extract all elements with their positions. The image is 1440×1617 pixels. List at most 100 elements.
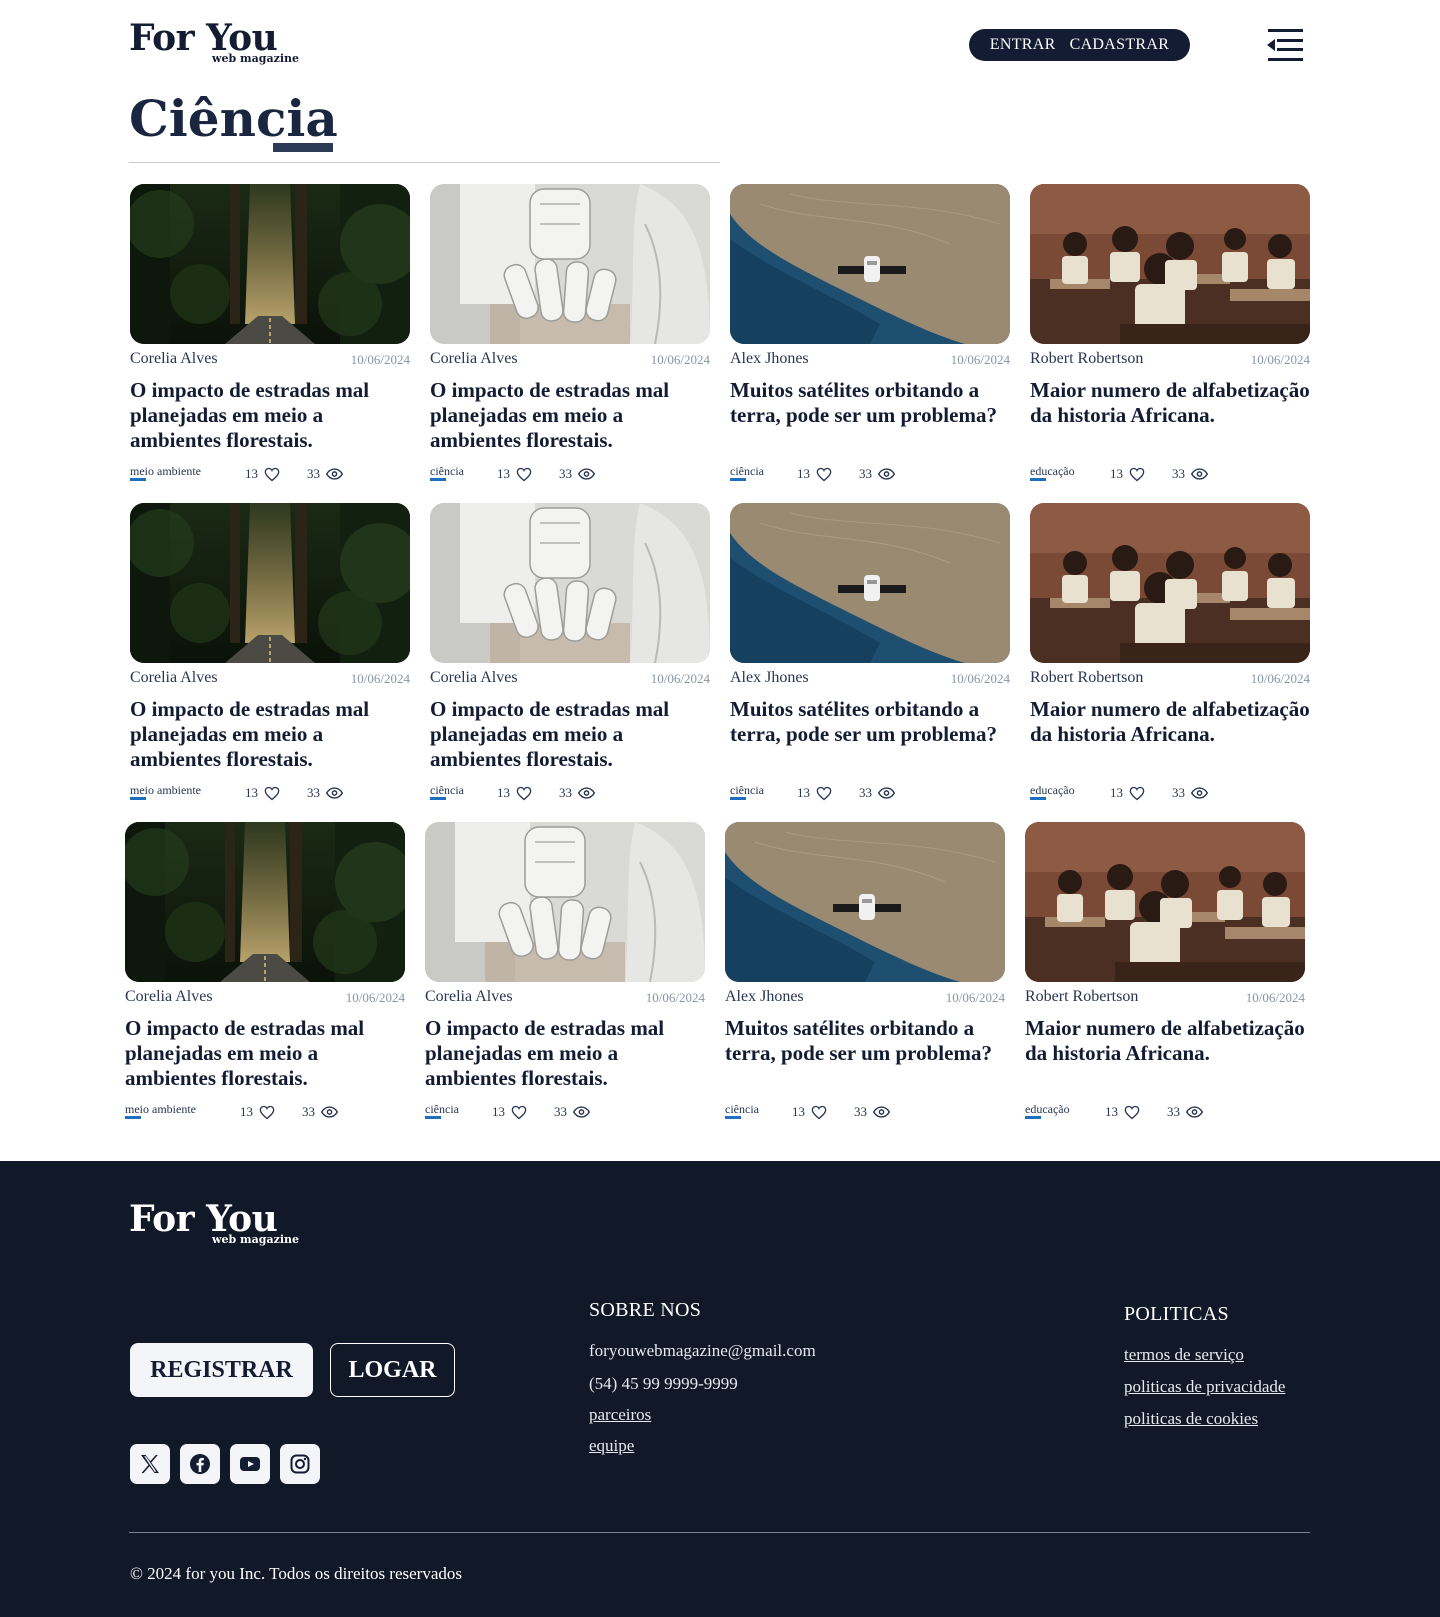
article-tag[interactable]: educação	[1030, 783, 1075, 800]
article-tag[interactable]: ciência	[730, 783, 764, 800]
article-tag[interactable]: ciência	[430, 464, 464, 481]
article-title[interactable]: Maior numero de alfabetização da histori…	[1030, 378, 1312, 428]
article-image[interactable]	[1030, 184, 1310, 344]
likes-counter[interactable]: 13	[245, 785, 280, 801]
article-image[interactable]	[1025, 822, 1305, 982]
article-card[interactable]: Corelia Alves 10/06/2024 O impacto de es…	[130, 184, 410, 489]
heart-icon[interactable]	[516, 467, 532, 482]
heart-icon[interactable]	[1129, 786, 1145, 801]
article-tag[interactable]: ciência	[730, 464, 764, 481]
article-image[interactable]	[425, 822, 705, 982]
article-title[interactable]: Muitos satélites orbitando a terra, pode…	[730, 378, 1012, 428]
article-author[interactable]: Corelia Alves	[130, 350, 218, 368]
article-title[interactable]: O impacto de estradas mal planejadas em …	[425, 1016, 707, 1091]
site-logo[interactable]: For You web magazine	[129, 18, 299, 68]
article-tag[interactable]: ciência	[725, 1102, 759, 1119]
menu-icon[interactable]	[1265, 27, 1305, 63]
likes-counter[interactable]: 13	[240, 1104, 275, 1120]
x-icon[interactable]	[130, 1444, 170, 1484]
article-author[interactable]: Corelia Alves	[125, 988, 213, 1006]
article-title[interactable]: O impacto de estradas mal planejadas em …	[430, 378, 712, 453]
heart-icon[interactable]	[816, 467, 832, 482]
article-title[interactable]: O impacto de estradas mal planejadas em …	[125, 1016, 407, 1091]
team-link[interactable]: equipe	[589, 1436, 634, 1456]
article-image[interactable]	[130, 184, 410, 344]
article-author[interactable]: Corelia Alves	[425, 988, 513, 1006]
article-tag[interactable]: meio ambiente	[130, 464, 201, 481]
article-card[interactable]: Corelia Alves 10/06/2024 O impacto de es…	[125, 822, 405, 1127]
likes-counter[interactable]: 13	[497, 466, 532, 482]
heart-icon[interactable]	[516, 786, 532, 801]
article-author[interactable]: Corelia Alves	[430, 350, 518, 368]
article-title[interactable]: Muitos satélites orbitando a terra, pode…	[730, 697, 1012, 747]
article-image[interactable]	[125, 822, 405, 982]
article-card[interactable]: Robert Robertson 10/06/2024 Maior numero…	[1030, 184, 1310, 489]
partners-link[interactable]: parceiros	[589, 1405, 651, 1425]
heart-icon[interactable]	[811, 1105, 827, 1120]
likes-counter[interactable]: 13	[1110, 785, 1145, 801]
signup-link[interactable]: CADASTRAR	[1070, 36, 1170, 54]
article-author[interactable]: Corelia Alves	[430, 669, 518, 687]
heart-icon[interactable]	[511, 1105, 527, 1120]
article-image[interactable]	[725, 822, 1005, 982]
youtube-icon[interactable]	[230, 1444, 270, 1484]
likes-counter[interactable]: 13	[792, 1104, 827, 1120]
facebook-icon[interactable]	[180, 1444, 220, 1484]
article-image[interactable]	[730, 503, 1010, 663]
footer-logo[interactable]: For You web magazine	[129, 1199, 299, 1249]
article-card[interactable]: Corelia Alves 10/06/2024 O impacto de es…	[430, 184, 710, 489]
article-title[interactable]: Muitos satélites orbitando a terra, pode…	[725, 1016, 1007, 1066]
article-author[interactable]: Alex Jhones	[730, 350, 809, 368]
article-author[interactable]: Alex Jhones	[730, 669, 809, 687]
heart-icon[interactable]	[1129, 467, 1145, 482]
article-author[interactable]: Robert Robertson	[1025, 988, 1138, 1006]
article-tag[interactable]: ciência	[430, 783, 464, 800]
likes-counter[interactable]: 13	[1110, 466, 1145, 482]
heart-icon[interactable]	[264, 467, 280, 482]
article-card[interactable]: Alex Jhones 10/06/2024 Muitos satélites …	[730, 184, 1010, 489]
article-card[interactable]: Alex Jhones 10/06/2024 Muitos satélites …	[725, 822, 1005, 1127]
likes-counter[interactable]: 13	[797, 785, 832, 801]
article-title[interactable]: Maior numero de alfabetização da histori…	[1030, 697, 1312, 747]
login-button[interactable]: LOGAR	[330, 1343, 455, 1397]
article-author[interactable]: Robert Robertson	[1030, 350, 1143, 368]
article-image[interactable]	[430, 503, 710, 663]
article-card[interactable]: Corelia Alves 10/06/2024 O impacto de es…	[430, 503, 710, 808]
article-author[interactable]: Corelia Alves	[130, 669, 218, 687]
likes-counter[interactable]: 13	[797, 466, 832, 482]
heart-icon[interactable]	[816, 786, 832, 801]
article-tag[interactable]: educação	[1025, 1102, 1070, 1119]
article-tag[interactable]: meio ambiente	[125, 1102, 196, 1119]
heart-icon[interactable]	[1124, 1105, 1140, 1120]
article-card[interactable]: Robert Robertson 10/06/2024 Maior numero…	[1025, 822, 1305, 1127]
heart-icon[interactable]	[264, 786, 280, 801]
likes-counter[interactable]: 13	[492, 1104, 527, 1120]
terms-link[interactable]: termos de serviço	[1124, 1345, 1244, 1365]
article-title[interactable]: O impacto de estradas mal planejadas em …	[430, 697, 712, 772]
article-card[interactable]: Corelia Alves 10/06/2024 O impacto de es…	[130, 503, 410, 808]
article-image[interactable]	[130, 503, 410, 663]
privacy-link[interactable]: politicas de privacidade	[1124, 1377, 1285, 1397]
article-title[interactable]: O impacto de estradas mal planejadas em …	[130, 697, 412, 772]
article-tag[interactable]: educação	[1030, 464, 1075, 481]
article-title[interactable]: O impacto de estradas mal planejadas em …	[130, 378, 412, 453]
article-card[interactable]: Corelia Alves 10/06/2024 O impacto de es…	[425, 822, 705, 1127]
article-card[interactable]: Alex Jhones 10/06/2024 Muitos satélites …	[730, 503, 1010, 808]
heart-icon[interactable]	[259, 1105, 275, 1120]
likes-counter[interactable]: 13	[497, 785, 532, 801]
article-image[interactable]	[430, 184, 710, 344]
register-button[interactable]: REGISTRAR	[130, 1343, 313, 1397]
article-title[interactable]: Maior numero de alfabetização da histori…	[1025, 1016, 1307, 1066]
article-author[interactable]: Alex Jhones	[725, 988, 804, 1006]
article-image[interactable]	[730, 184, 1010, 344]
login-link[interactable]: ENTRAR	[990, 36, 1056, 54]
likes-counter[interactable]: 13	[245, 466, 280, 482]
article-tag[interactable]: ciência	[425, 1102, 459, 1119]
article-author[interactable]: Robert Robertson	[1030, 669, 1143, 687]
cookies-link[interactable]: politicas de cookies	[1124, 1409, 1258, 1429]
article-card[interactable]: Robert Robertson 10/06/2024 Maior numero…	[1030, 503, 1310, 808]
article-image[interactable]	[1030, 503, 1310, 663]
article-tag[interactable]: meio ambiente	[130, 783, 201, 800]
instagram-icon[interactable]	[280, 1444, 320, 1484]
likes-counter[interactable]: 13	[1105, 1104, 1140, 1120]
